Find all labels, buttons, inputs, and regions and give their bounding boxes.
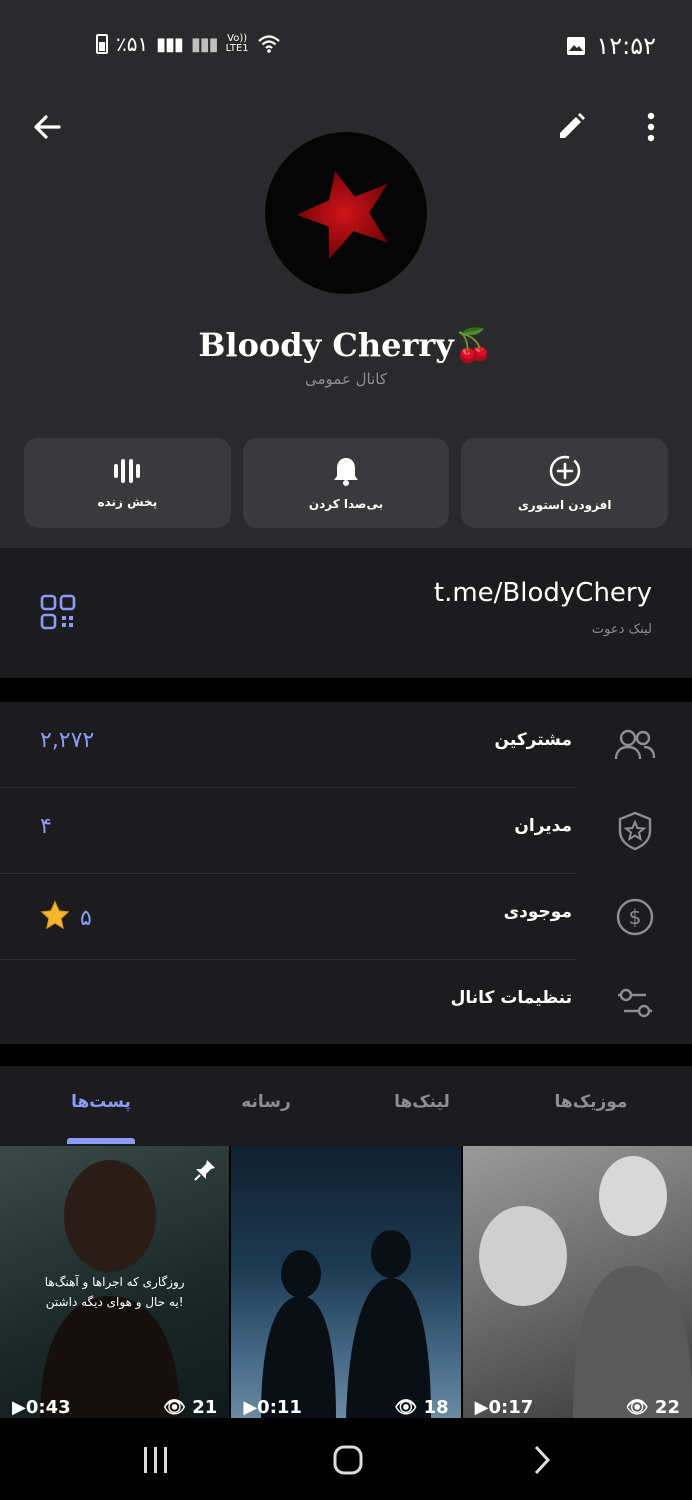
- arrow-left-icon: [34, 115, 61, 139]
- signal-icon-2: ▮▮▮: [190, 33, 219, 55]
- media-meta: ▶0:11 👁 18: [243, 1397, 448, 1418]
- admins-count: ۴: [40, 814, 52, 839]
- wifi-icon: [257, 35, 280, 53]
- recents-icon: [144, 1447, 167, 1473]
- subscribers-row[interactable]: ۲,۲۷۲ مشترکین: [0, 702, 692, 788]
- subscribers-label: مشترکین: [494, 730, 572, 750]
- section-divider: [0, 678, 692, 702]
- channel-avatar[interactable]: [265, 132, 427, 294]
- mute-button[interactable]: بی‌صدا کردن: [242, 438, 450, 528]
- bell-icon: [334, 458, 358, 486]
- add-story-label: افزودن استوری: [517, 498, 612, 512]
- battery-level: ٪۵۱: [116, 32, 149, 56]
- eye-icon: 👁: [625, 1397, 649, 1418]
- home-button[interactable]: [328, 1442, 368, 1478]
- status-left: ٪۵۱ ▮▮▮ ▮▮▮ Vo)) LTE1: [96, 32, 281, 56]
- media-tabs: پست‌ها رسانه لینک‌ها موزیک‌ها: [0, 1066, 692, 1146]
- balance-row[interactable]: ۵ موجودی $: [0, 874, 692, 960]
- media-tile[interactable]: روزگاری که اجراها و آهنگ‌ها یه حال و هوا…: [0, 1146, 230, 1418]
- views: 👁 18: [394, 1397, 449, 1418]
- add-story-button[interactable]: افزودن استوری: [461, 438, 669, 528]
- gallery-notification-icon: [567, 37, 586, 55]
- balance-amount: ۵: [80, 905, 92, 931]
- invite-link[interactable]: t.me/BlodyChery: [434, 578, 652, 608]
- duration: ▶0:11: [243, 1397, 302, 1418]
- edit-button[interactable]: [546, 102, 596, 152]
- more-vertical-icon: [647, 112, 655, 142]
- eye-icon: 👁: [163, 1397, 186, 1418]
- section-divider-2: [0, 1044, 692, 1066]
- invite-link-section[interactable]: t.me/BlodyChery لینک دعوت: [0, 548, 692, 678]
- status-right: ۱۲:۵۲: [566, 32, 656, 60]
- channel-settings-row[interactable]: تنظیمات کانال: [0, 960, 692, 1046]
- network-indicator: Vo)) LTE1: [225, 33, 249, 54]
- action-buttons: پخش زنده بی‌صدا کردن افزودن استوری: [24, 438, 669, 528]
- status-bar: ٪۵۱ ▮▮▮ ▮▮▮ Vo)) LTE1 ۱۲:۵۲: [0, 0, 692, 90]
- add-story-icon: [549, 455, 580, 487]
- pencil-icon: [560, 113, 585, 138]
- eye-icon: 👁: [394, 1397, 418, 1418]
- media-tile[interactable]: ▶0:17 👁 22: [462, 1146, 692, 1418]
- media-grid: روزگاری که اجراها و آهنگ‌ها یه حال و هوا…: [0, 1146, 692, 1418]
- shield-star-icon: [612, 808, 658, 854]
- balance-label: موجودی: [503, 902, 572, 922]
- svg-text:$: $: [629, 905, 642, 929]
- tab-posts[interactable]: پست‌ها: [31, 1092, 171, 1112]
- live-stream-label: پخش زنده: [97, 495, 158, 509]
- views: 👁 21: [163, 1397, 218, 1418]
- red-star-logo: [296, 171, 388, 259]
- couple-silhouette: [261, 1230, 432, 1418]
- media-tile[interactable]: ▶0:11 👁 18: [231, 1146, 461, 1418]
- pin-icon: [193, 1158, 217, 1186]
- channel-type: کانال عمومی: [304, 370, 388, 388]
- channel-header: Bloody Cherry🍒 کانال عمومی پخش زنده بی‌ص…: [0, 90, 692, 548]
- live-stream-button[interactable]: پخش زنده: [24, 438, 231, 528]
- qr-code-button[interactable]: [40, 594, 76, 634]
- views: 👁 22: [625, 1397, 680, 1418]
- more-button[interactable]: [626, 102, 676, 152]
- people-silhouette: [478, 1156, 692, 1418]
- users-icon: [612, 722, 658, 768]
- channel-info-list: ۲,۲۷۲ مشترکین ۴ مدیران ۵ موجودی $ تنظیما…: [0, 702, 692, 1044]
- admins-row[interactable]: ۴ مدیران: [0, 788, 692, 874]
- live-stream-icon: [114, 459, 141, 483]
- tab-media[interactable]: رسانه: [196, 1092, 336, 1112]
- invite-link-label: لینک دعوت: [591, 622, 652, 637]
- system-nav-bar: [0, 1418, 692, 1500]
- chevron-right-icon: [534, 1445, 551, 1475]
- signal-icon: ▮▮▮: [156, 33, 184, 55]
- active-tab-indicator: [67, 1138, 135, 1144]
- duration: ▶0:43: [12, 1397, 71, 1418]
- battery-icon: [96, 34, 108, 54]
- tab-music[interactable]: موزیک‌ها: [521, 1092, 661, 1112]
- channel-settings-label: تنظیمات کانال: [450, 988, 572, 1008]
- home-icon: [333, 1445, 363, 1475]
- star-icon: [40, 900, 70, 936]
- mute-label: بی‌صدا کردن: [308, 497, 384, 511]
- subscribers-count: ۲,۲۷۲: [40, 728, 95, 753]
- duration: ▶0:17: [474, 1397, 534, 1418]
- dollar-circle-icon: $: [612, 894, 658, 940]
- admins-label: مدیران: [514, 816, 572, 836]
- media-meta: ▶0:43 👁 21: [12, 1397, 217, 1418]
- qr-code-icon: [40, 594, 76, 630]
- channel-name: Bloody Cherry🍒: [198, 326, 494, 364]
- balance-value: ۵: [40, 900, 92, 936]
- video-caption: روزگاری که اجراها و آهنگ‌ها یه حال و هوا…: [44, 1275, 185, 1309]
- sliders-icon: [612, 980, 658, 1026]
- clock: ۱۲:۵۲: [596, 32, 656, 60]
- back-nav-button[interactable]: [522, 1442, 562, 1478]
- recents-button[interactable]: [136, 1442, 176, 1478]
- back-button[interactable]: [22, 102, 72, 152]
- media-meta: ▶0:17 👁 22: [475, 1397, 680, 1418]
- tab-links[interactable]: لینک‌ها: [352, 1092, 492, 1112]
